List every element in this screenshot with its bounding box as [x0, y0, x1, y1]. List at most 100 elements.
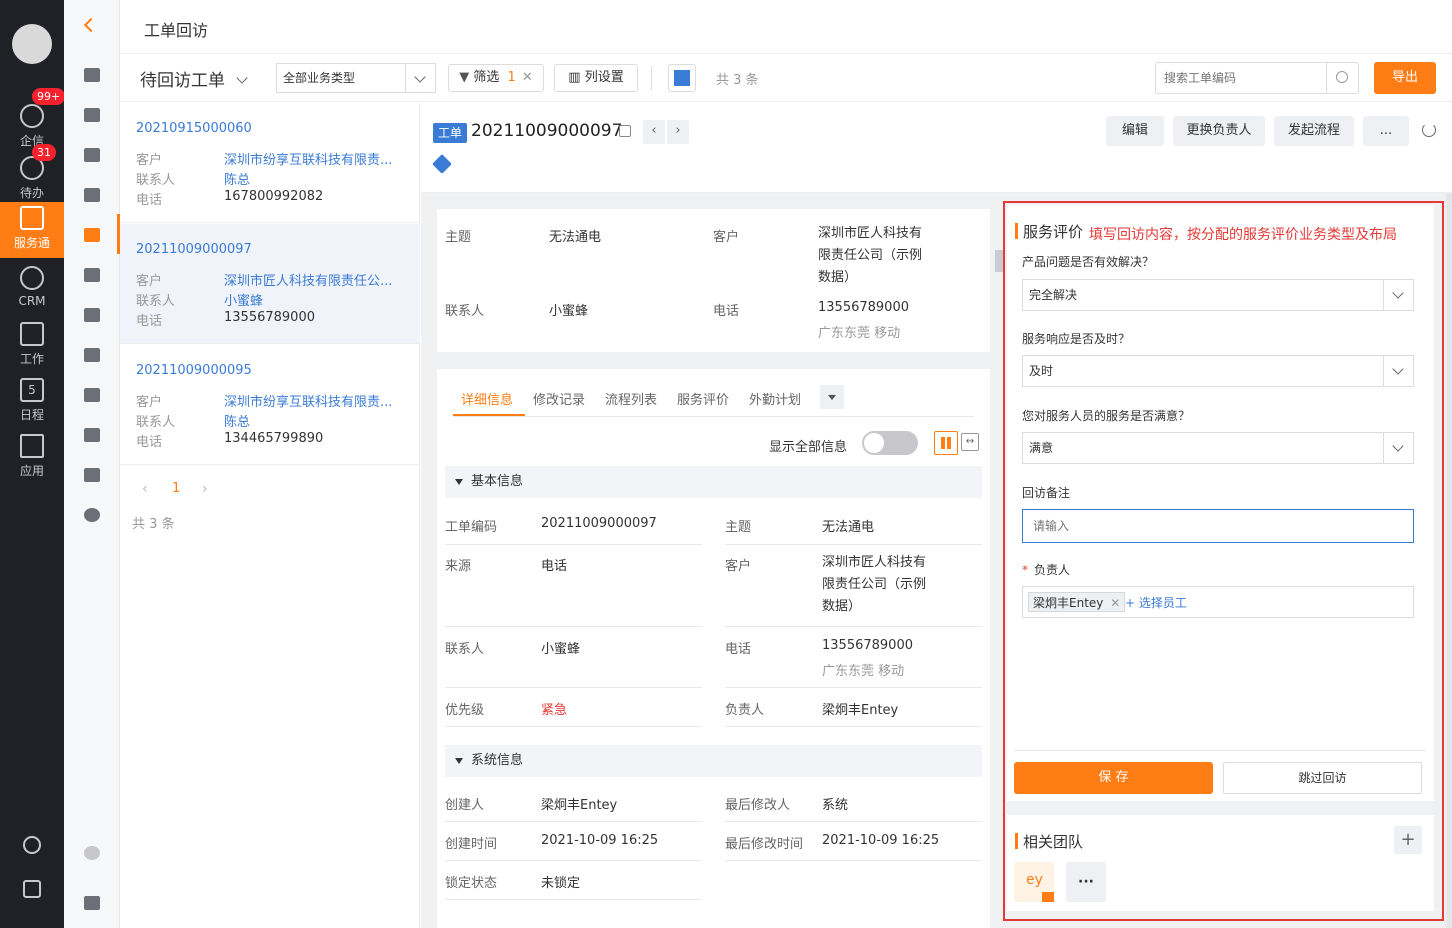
nav-item-apps[interactable]: 应用 — [0, 430, 64, 486]
tab-divider — [453, 416, 974, 417]
show-all-toggle[interactable] — [862, 431, 918, 455]
clear-filter-icon[interactable]: ✕ — [522, 70, 533, 85]
biz-type-select[interactable]: 全部业务类型 — [276, 63, 436, 93]
subject-label: 主题 — [445, 230, 472, 245]
customer-line-3: 数据） — [822, 599, 862, 614]
phone-label: 电话 — [136, 193, 163, 208]
modified-time-value: 2021-10-09 16:25 — [822, 833, 940, 848]
summary-panel: 主题 无法通电 客户 深圳市匠人科技有 限责任公司（示例 数据） 联系人 小蜜蜂… — [437, 209, 990, 352]
nav-item-crm[interactable]: CRM — [0, 262, 64, 318]
modifier-label: 最后修改人 — [725, 798, 791, 813]
nav-item-todo[interactable]: 待办 31 — [0, 144, 64, 208]
id-card-icon[interactable] — [84, 268, 100, 282]
phone-value: 13556789000 — [822, 638, 913, 653]
biz-type-value: 全部业务类型 — [283, 71, 356, 85]
expand-width-icon[interactable]: ↔ — [961, 433, 979, 451]
list-icon[interactable] — [84, 308, 100, 322]
owner-label: 负责人 — [725, 703, 765, 718]
nav-item-calendar[interactable]: 5 日程 — [0, 374, 64, 430]
next-page-button[interactable]: › — [202, 481, 208, 497]
box-icon[interactable] — [84, 388, 100, 402]
more-actions-button[interactable]: ... — [1363, 116, 1409, 146]
basic-info-header[interactable]: 基本信息 — [445, 466, 982, 498]
contacts-icon[interactable] — [23, 880, 41, 898]
tab-evaluation[interactable]: 服务评价 — [677, 389, 729, 408]
list-item[interactable]: 20210915000060 客户 深圳市纷享互联科技有限责... 联系人 陈总… — [120, 103, 420, 223]
tag-icon[interactable] — [432, 154, 452, 174]
contact-value[interactable]: 陈总 — [224, 411, 409, 430]
prev-page-button[interactable]: ‹ — [142, 481, 148, 497]
book-icon[interactable] — [84, 468, 100, 482]
contact-link[interactable]: 小蜜蜂 — [541, 638, 580, 657]
prev-record-button[interactable]: ‹ — [643, 120, 665, 144]
split-view-icon[interactable] — [668, 64, 696, 92]
list-item[interactable]: 20211009000097 客户 深圳市匠人科技有限责任公... 联系人 小蜜… — [120, 224, 420, 344]
column-settings-button[interactable]: ▥ 列设置 — [554, 64, 638, 92]
bar-chart-icon[interactable] — [84, 428, 100, 442]
page-title: 工单回访 — [144, 21, 209, 40]
calendar-icon: 5 — [20, 378, 44, 402]
help-icon[interactable] — [84, 846, 100, 860]
more-tabs-button[interactable] — [820, 385, 844, 409]
customer-value[interactable]: 深圳市匠人科技有限责任公... — [224, 270, 409, 289]
home-icon[interactable] — [84, 68, 100, 82]
customer-value[interactable]: 深圳市纷享互联科技有限责... — [224, 149, 409, 168]
gear-icon[interactable] — [84, 508, 100, 522]
phone-label: 电话 — [136, 435, 163, 450]
row-divider — [725, 726, 982, 727]
start-flow-button[interactable]: 发起流程 — [1274, 116, 1354, 146]
next-record-button[interactable]: › — [667, 120, 689, 144]
export-button[interactable]: 导出 — [1374, 62, 1436, 94]
contact-link[interactable]: 小蜜蜂 — [549, 300, 588, 319]
briefcase-icon — [20, 322, 44, 346]
owner-value: 梁炯丰Entey — [822, 703, 899, 718]
contact-value[interactable]: 小蜜蜂 — [224, 290, 409, 309]
change-owner-button[interactable]: 更换负责人 — [1173, 116, 1265, 146]
settings-icon[interactable] — [23, 836, 41, 854]
customer-link[interactable]: 深圳市匠人科技有 限责任公司（示例 数据） — [822, 552, 926, 618]
nav-label: 服务通 — [13, 236, 50, 250]
customer-label: 客户 — [136, 395, 163, 410]
filter-count: 1 — [507, 70, 516, 85]
search-icon[interactable] — [1326, 63, 1358, 93]
view-switcher[interactable]: 待回访工单 — [140, 66, 249, 91]
page-header: 工单回访 — [120, 0, 1452, 54]
collapse-handle[interactable] — [995, 250, 1003, 272]
search-input[interactable] — [1156, 63, 1324, 93]
edit-button[interactable]: 编辑 — [1106, 116, 1164, 146]
search-box[interactable] — [1155, 62, 1359, 94]
phone-location: 广东东莞 移动 — [818, 326, 901, 341]
tab-history[interactable]: 修改记录 — [533, 389, 585, 408]
tab-flows[interactable]: 流程列表 — [605, 389, 657, 408]
show-all-label: 显示全部信息 — [769, 440, 848, 455]
customer-link[interactable]: 深圳市匠人科技有 限责任公司（示例 数据） — [818, 223, 922, 289]
nav-item-service[interactable]: 服务通 — [0, 202, 64, 258]
tab-detail[interactable]: 详细信息 — [461, 389, 513, 408]
current-page[interactable]: 1 — [172, 481, 180, 496]
two-column-icon[interactable] — [934, 431, 958, 455]
menu-icon[interactable] — [84, 896, 100, 910]
filter-button[interactable]: ▼ 筛选 1 ✕ — [448, 64, 544, 92]
nav-item-work[interactable]: 工作 — [0, 318, 64, 374]
customer-label: 客户 — [136, 153, 163, 168]
clipboard-check-icon[interactable] — [84, 188, 100, 202]
list-item[interactable]: 20211009000095 客户 深圳市纷享互联科技有限责... 联系人 陈总… — [120, 345, 420, 465]
user-avatar[interactable] — [12, 24, 52, 64]
system-info-header[interactable]: 系统信息 — [445, 745, 982, 777]
tab-field-plan[interactable]: 外勤计划 — [749, 389, 801, 408]
list-settings-icon[interactable] — [84, 348, 100, 362]
customer-value[interactable]: 深圳市纷享互联科技有限责... — [224, 391, 409, 410]
collapse-icon[interactable] — [83, 17, 99, 33]
lock-icon[interactable] — [619, 125, 631, 137]
clock-icon — [20, 266, 44, 290]
customer-label: 客户 — [725, 559, 752, 574]
subject-value: 无法通电 — [549, 230, 602, 245]
clipboard-edit-icon[interactable] — [84, 148, 100, 162]
scrollbar[interactable] — [1446, 193, 1452, 928]
contact-value[interactable]: 陈总 — [224, 169, 409, 188]
clipboard-icon[interactable] — [84, 108, 100, 122]
toolbar: 待回访工单 全部业务类型 ▼ 筛选 1 ✕ ▥ 列设置 共 3 条 导出 — [120, 54, 1452, 102]
revisit-icon[interactable] — [84, 228, 100, 242]
contact-label: 联系人 — [445, 642, 485, 657]
refresh-icon[interactable] — [1422, 123, 1436, 137]
